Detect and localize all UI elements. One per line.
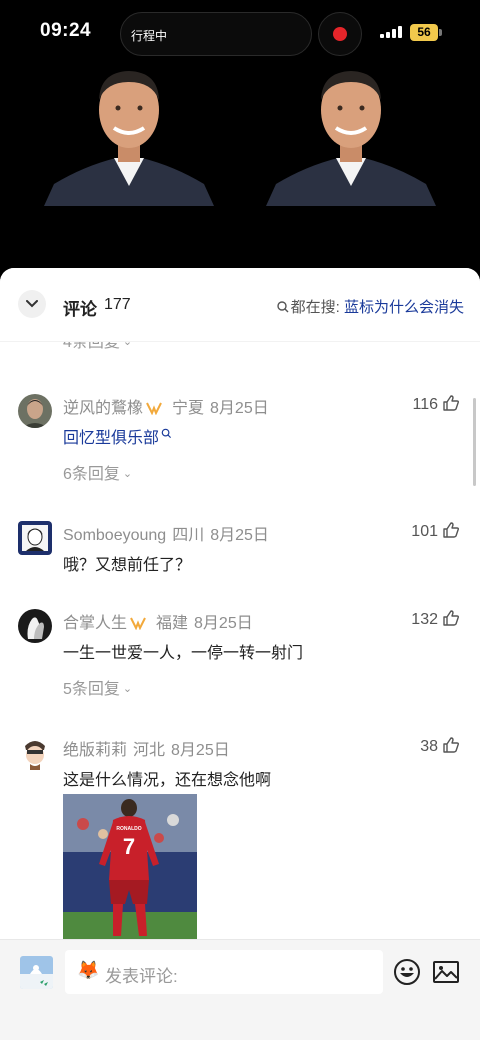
dynamic-island[interactable]: 行程中 <box>120 12 312 56</box>
comment-list[interactable]: 4条回复 ⌄ 逆风的鶩橡 宁夏 8月25日 116 回忆型俱乐部 6条回复 ⌄ … <box>0 342 480 940</box>
location: 宁夏 <box>172 400 205 417</box>
date: 8月25日 <box>210 400 269 417</box>
battery-cap <box>439 29 442 36</box>
location: 河北 <box>133 742 166 759</box>
signal-icon <box>380 26 404 38</box>
portrait-right <box>266 71 436 206</box>
comment-text[interactable]: 一生一世爱一人，一停一转一射门 <box>63 639 303 663</box>
comment-text[interactable]: 哦？又想前任了？ <box>63 551 191 575</box>
like-count: 101 <box>411 523 438 540</box>
emoji-icon[interactable] <box>393 958 421 986</box>
chevron-down-icon <box>26 300 38 308</box>
username[interactable]: 绝版莉莉 <box>63 742 127 759</box>
like-button[interactable]: 116 <box>412 394 460 414</box>
comment-meta: Somboeyoung 四川 8月25日 <box>63 521 269 545</box>
video-player[interactable] <box>0 66 480 276</box>
username[interactable]: 合掌人生 <box>63 615 127 632</box>
hot-search-term: 蓝标为什么会消失 <box>343 299 464 316</box>
like-count: 38 <box>420 738 438 755</box>
location: 福建 <box>156 615 189 632</box>
svg-text:7: 7 <box>123 834 135 859</box>
replies-label: 4条回复 <box>63 342 120 351</box>
like-count: 116 <box>412 396 438 413</box>
comment-text[interactable]: 回忆型俱乐部 <box>63 424 172 448</box>
input-placeholder: 发表评论: <box>105 967 178 986</box>
thumbs-up-icon <box>443 522 460 538</box>
comment-header: 评论 177 都在搜: 蓝标为什么会消失 <box>0 268 480 342</box>
status-time: 09:24 <box>40 20 92 41</box>
comment-title: 评论 <box>63 300 97 319</box>
island-label: 行程中 <box>131 29 168 43</box>
comment-meta: 合掌人生 福建 8月25日 <box>63 609 253 633</box>
portrait-left <box>44 71 214 206</box>
fox-emoji-icon: 🦊 <box>77 960 100 980</box>
date: 8月25日 <box>210 527 269 544</box>
record-dot-icon <box>333 27 347 41</box>
like-button[interactable]: 38 <box>420 736 460 756</box>
search-prefix: 都在搜: <box>290 299 340 316</box>
expand-replies-button[interactable]: 6条回复 ⌄ <box>63 460 132 484</box>
expand-replies-button[interactable]: 4条回复 ⌄ <box>63 342 132 352</box>
thumbs-up-icon <box>443 610 460 626</box>
avatar[interactable] <box>18 394 52 428</box>
location: 四川 <box>172 527 205 544</box>
replies-label: 6条回复 <box>63 466 120 483</box>
hot-search-link[interactable]: 都在搜: 蓝标为什么会消失 <box>276 296 464 317</box>
svg-text:RONALDO: RONALDO <box>116 826 141 832</box>
comment-text-content: 回忆型俱乐部 <box>63 430 160 447</box>
like-button[interactable]: 101 <box>411 521 460 541</box>
search-icon <box>161 428 172 439</box>
comment-meta: 绝版莉莉 河北 8月25日 <box>63 736 230 760</box>
thumbs-up-icon <box>443 737 460 753</box>
comment-input-bar: 🦊 发表评论: <box>0 939 480 1040</box>
image-icon[interactable] <box>432 958 460 986</box>
my-avatar[interactable] <box>20 956 53 989</box>
comment-meta: 逆风的鶩橡 宁夏 8月25日 <box>63 394 269 418</box>
comment-sheet: 评论 177 都在搜: 蓝标为什么会消失 4条回复 ⌄ 逆风的鶩橡 宁夏 8月2… <box>0 268 480 1040</box>
date: 8月25日 <box>171 742 230 759</box>
comment-count: 177 <box>104 296 131 313</box>
gold-badge-icon <box>146 402 162 415</box>
replies-label: 5条回复 <box>63 681 120 698</box>
gold-badge-icon <box>130 617 146 630</box>
like-count: 132 <box>411 611 438 628</box>
date: 8月25日 <box>194 615 253 632</box>
collapse-button[interactable] <box>18 290 46 318</box>
avatar[interactable] <box>18 609 52 643</box>
thumbs-up-icon <box>443 395 460 411</box>
comment-text[interactable]: 这是什么情况，还在想念他啊 <box>63 766 271 790</box>
avatar[interactable] <box>18 736 52 770</box>
comment-input[interactable]: 🦊 发表评论: <box>65 950 383 994</box>
scrollbar[interactable] <box>473 398 476 486</box>
search-icon <box>276 301 289 313</box>
comment-image[interactable]: RONALDO 7 <box>63 794 197 940</box>
like-button[interactable]: 132 <box>411 609 460 629</box>
username[interactable]: Somboeyoung <box>63 527 166 544</box>
status-bar: 09:24 行程中 56 <box>0 0 480 66</box>
username[interactable]: 逆风的鶩橡 <box>63 400 143 417</box>
expand-replies-button[interactable]: 5条回复 ⌄ <box>63 675 132 699</box>
battery-icon: 56 <box>410 24 438 41</box>
record-button[interactable] <box>318 12 362 56</box>
avatar[interactable] <box>18 521 52 555</box>
